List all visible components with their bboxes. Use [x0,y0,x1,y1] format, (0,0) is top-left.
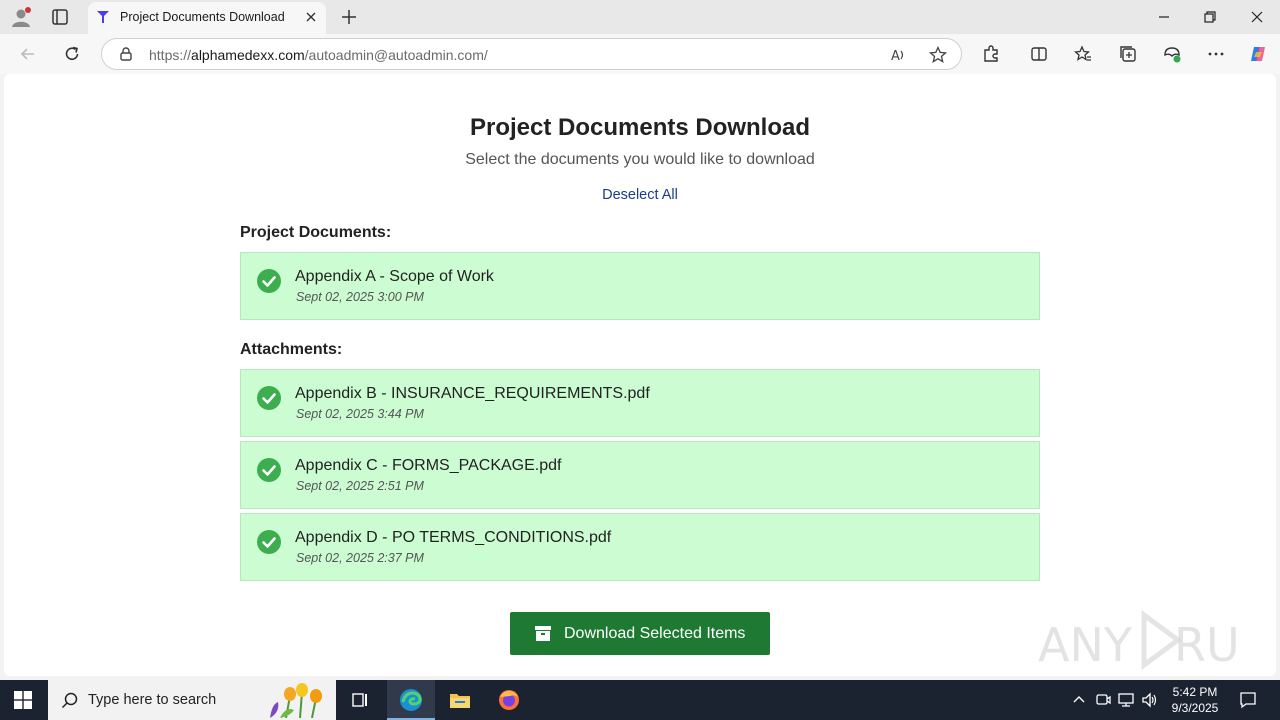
browser-toolbar: https://alphamedexx.com/autoadmin@autoad… [0,34,1280,74]
browser-tab-strip: Project Documents Download [0,0,1280,34]
page-viewport: Project Documents Download Select the do… [4,74,1276,676]
attachment-name: Appendix C - FORMS_PACKAGE.pdf [295,457,562,474]
attachment-item[interactable]: Appendix B - INSURANCE_REQUIREMENTS.pdf … [240,369,1040,437]
search-placeholder: Type here to search [88,692,217,708]
firefox-icon [499,690,519,710]
page-title: Project Documents Download [469,114,811,141]
document-name: Appendix A - Scope of Work [295,268,494,285]
refresh-icon[interactable] [62,44,82,64]
svg-text:ANY: ANY [1038,618,1133,671]
profile-avatar-icon[interactable] [10,6,32,28]
project-documents-heading: Project Documents: [240,224,392,241]
document-item[interactable]: Appendix A - Scope of Work Sept 02, 2025… [240,252,1040,320]
split-screen-icon[interactable] [1029,44,1049,64]
meet-now-icon[interactable] [1094,691,1112,709]
close-tab-icon[interactable] [304,10,318,24]
checkmark-icon[interactable] [256,385,282,411]
task-view-icon [352,693,367,707]
attachment-name: Appendix D - PO TERMS_CONDITIONS.pdf [295,529,612,546]
extensions-icon[interactable] [981,44,1001,64]
edge-icon [400,689,422,711]
checkmark-icon[interactable] [256,457,282,483]
address-bar[interactable]: https://alphamedexx.com/autoadmin@autoad… [101,38,962,70]
search-icon [61,692,78,709]
checkmark-icon[interactable] [256,529,282,555]
deselect-all-link[interactable]: Deselect All [4,187,1276,203]
anyrun-watermark-logo: ANY RUN [1038,610,1238,671]
new-tab-icon[interactable] [339,7,359,27]
collections-icon[interactable] [1118,44,1138,64]
download-selected-button[interactable]: Download Selected Items [510,612,770,655]
archive-icon [535,626,551,641]
more-options-icon[interactable] [1206,44,1226,64]
firefox-taskbar-button[interactable] [485,680,533,720]
file-explorer-button[interactable] [436,680,484,720]
site-favicon-icon [97,11,109,23]
search-highlight-flowers-icon [270,683,322,718]
checkmark-icon[interactable] [256,268,282,294]
browser-essentials-icon[interactable] [1162,44,1182,64]
tab-actions-icon[interactable] [50,7,70,27]
windows-taskbar: Type here to search 5:42 PM 9/3/2025 [0,680,1280,720]
favorites-icon[interactable] [1073,44,1093,64]
restore-icon[interactable] [1201,8,1219,26]
read-aloud-icon[interactable]: A [888,45,908,65]
page-subtitle: Select the documents you would like to d… [465,151,815,168]
url-text[interactable]: https://alphamedexx.com/autoadmin@autoad… [149,47,488,63]
network-icon[interactable] [1117,691,1135,709]
volume-icon[interactable] [1141,691,1159,709]
minimize-icon[interactable] [1155,8,1173,26]
task-view-button[interactable] [336,680,384,720]
lock-icon[interactable] [118,46,134,62]
edge-taskbar-button[interactable] [387,680,435,720]
tab-project-documents[interactable]: Project Documents Download [88,2,326,34]
windows-start-icon[interactable] [14,691,32,709]
attachment-item[interactable]: Appendix D - PO TERMS_CONDITIONS.pdf Sep… [240,513,1040,581]
notification-center-icon[interactable] [1238,690,1258,710]
svg-text:A: A [891,49,900,64]
download-button-label: Download Selected Items [564,625,746,642]
favorite-star-icon[interactable] [928,45,948,65]
system-clock[interactable]: 5:42 PM 9/3/2025 [1160,684,1230,716]
attachment-name: Appendix B - INSURANCE_REQUIREMENTS.pdf [295,385,650,402]
attachments-heading: Attachments: [240,341,343,358]
svg-text:RUN: RUN [1174,618,1238,671]
attachment-date: Sept 02, 2025 3:44 PM [296,407,424,421]
folder-icon [450,694,470,708]
copilot-icon[interactable] [1248,44,1268,64]
tab-title: Project Documents Download [120,10,285,24]
show-hidden-icons-chevron-icon[interactable] [1070,691,1088,709]
attachment-date: Sept 02, 2025 2:37 PM [296,551,424,565]
attachment-item[interactable]: Appendix C - FORMS_PACKAGE.pdf Sept 02, … [240,441,1040,509]
attachment-date: Sept 02, 2025 2:51 PM [296,479,424,493]
back-icon[interactable] [18,44,38,64]
close-window-icon[interactable] [1248,8,1266,26]
clock-date: 9/3/2025 [1171,701,1219,715]
document-date: Sept 02, 2025 3:00 PM [296,290,424,304]
clock-time: 5:42 PM [1172,685,1218,699]
